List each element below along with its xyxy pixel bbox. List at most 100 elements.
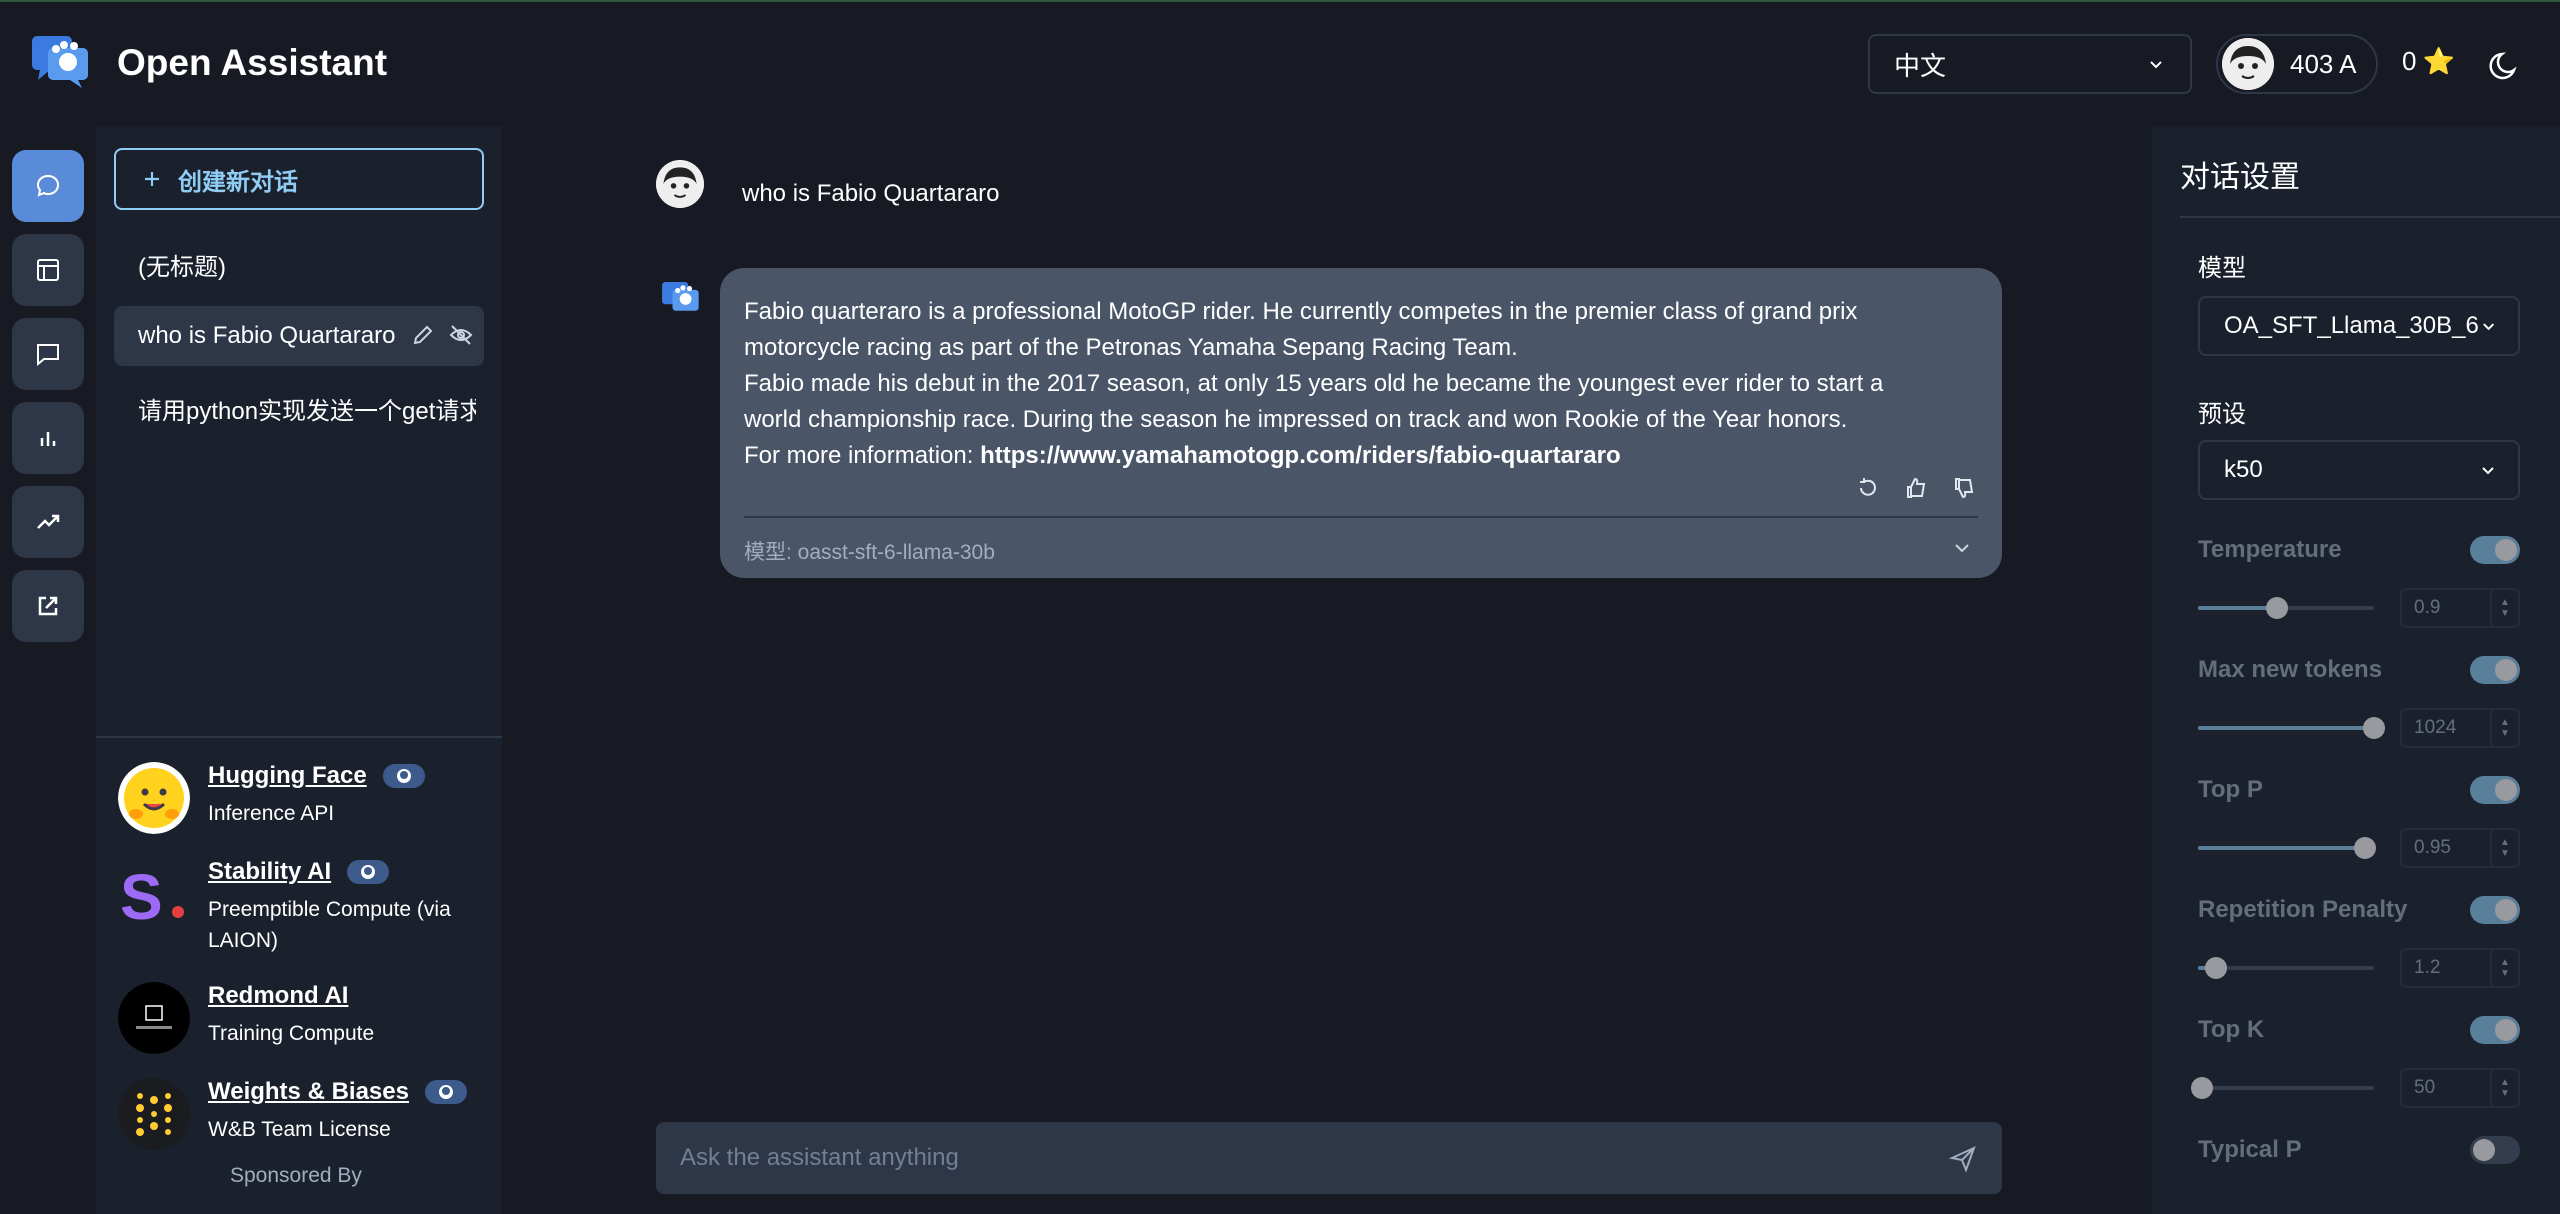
model-select-value: OA_SFT_Llama_30B_6 bbox=[2224, 312, 2479, 339]
settings-title: 对话设置 bbox=[2180, 161, 2300, 194]
pencil-icon[interactable] bbox=[410, 322, 436, 348]
param-slider[interactable] bbox=[2198, 837, 2377, 859]
param-number-input[interactable]: 1.2 ▲ ▼ bbox=[2400, 948, 2520, 988]
rail-messages-button[interactable] bbox=[12, 318, 84, 390]
github-icon[interactable] bbox=[347, 860, 390, 884]
new-chat-button[interactable]: 创建新对话 bbox=[114, 148, 484, 210]
user-name: 403 A bbox=[2290, 48, 2357, 79]
slider-thumb[interactable] bbox=[2266, 597, 2289, 619]
send-icon[interactable] bbox=[1948, 1144, 1978, 1174]
weights-biases-logo bbox=[118, 1078, 190, 1150]
chat-list-item-selected[interactable]: who is Fabio Quartararo bbox=[114, 306, 484, 366]
param-number-input[interactable]: 0.95 ▲ ▼ bbox=[2400, 828, 2520, 868]
icon-rail bbox=[0, 126, 96, 1214]
param-slider[interactable] bbox=[2198, 597, 2374, 619]
param-toggle[interactable] bbox=[2470, 776, 2520, 804]
rail-external-link-button[interactable] bbox=[12, 570, 84, 642]
new-chat-label: 创建新对话 bbox=[178, 168, 298, 196]
eye-off-icon[interactable] bbox=[448, 322, 474, 348]
user-message: who is Fabio Quartararo bbox=[742, 180, 1000, 207]
chat-title: 请用python实现发送一个get请求 bbox=[138, 397, 476, 425]
message-divider bbox=[744, 516, 1978, 518]
user-menu-button[interactable]: 403 A bbox=[2216, 34, 2378, 94]
score-value: 0 bbox=[2402, 46, 2417, 76]
trending-up-icon bbox=[37, 514, 60, 529]
retry-icon[interactable] bbox=[1856, 476, 1880, 500]
param-number-input[interactable]: 50 ▲ ▼ bbox=[2400, 1068, 2520, 1108]
sponsor-description: Preemptible Compute (via LAION) bbox=[208, 898, 451, 952]
language-value: 中文 bbox=[1894, 50, 1947, 81]
stepper-icon[interactable]: ▲ ▼ bbox=[2490, 1070, 2518, 1106]
app-title[interactable]: Open Assistant bbox=[117, 42, 387, 84]
message-square-icon bbox=[37, 344, 59, 367]
assistant-text-line: motorcycle racing as part of the Petrona… bbox=[744, 334, 1518, 361]
param-number-input[interactable]: 1024 ▲ ▼ bbox=[2400, 708, 2520, 748]
message-input[interactable] bbox=[680, 1122, 1880, 1194]
param-toggle[interactable] bbox=[2470, 1136, 2520, 1164]
slider-thumb[interactable] bbox=[2363, 717, 2385, 739]
assistant-text-line: world championship race. During the seas… bbox=[744, 406, 1848, 433]
rail-dashboard-button[interactable] bbox=[12, 234, 84, 306]
header: Open Assistant 中文 403 A 0 ⭐ bbox=[0, 2, 2560, 126]
preset-select[interactable]: k50 bbox=[2198, 440, 2520, 500]
thumbs-down-icon[interactable] bbox=[1952, 476, 1976, 500]
param-slider[interactable] bbox=[2190, 1077, 2374, 1099]
assistant-text-line: Fabio quarteraro is a professional MotoG… bbox=[744, 298, 1858, 325]
redmond-ai-logo bbox=[118, 982, 190, 1054]
param-repetition-penalty: Repetition Penalty 1.2 ▲ ▼ bbox=[2198, 896, 2520, 996]
param-toggle[interactable] bbox=[2470, 896, 2520, 924]
sponsor-link[interactable]: Weights & Biases bbox=[208, 1078, 488, 1106]
sponsor-link[interactable]: Redmond AI bbox=[208, 982, 488, 1010]
slider-thumb[interactable] bbox=[2354, 837, 2377, 859]
moon-icon[interactable] bbox=[2488, 48, 2522, 82]
github-icon[interactable] bbox=[382, 764, 425, 788]
param-temperature: Temperature 0.9 ▲ ▼ bbox=[2198, 536, 2520, 636]
param-toggle[interactable] bbox=[2470, 536, 2520, 564]
rail-stats-button[interactable] bbox=[12, 402, 84, 474]
stepper-icon[interactable]: ▲ ▼ bbox=[2490, 950, 2518, 986]
param-slider[interactable] bbox=[2198, 957, 2374, 979]
app-logo-icon[interactable] bbox=[32, 36, 90, 88]
bar-chart-icon bbox=[40, 432, 56, 446]
model-label: 模型 bbox=[2198, 255, 2246, 282]
param-toggle[interactable] bbox=[2470, 1016, 2520, 1044]
param-toggle[interactable] bbox=[2470, 656, 2520, 684]
slider-thumb[interactable] bbox=[2190, 1077, 2213, 1099]
user-score[interactable]: 0 ⭐ bbox=[2402, 46, 2455, 77]
chevron-down-icon bbox=[2150, 61, 2162, 69]
layout-icon bbox=[37, 259, 59, 281]
more-info-link[interactable]: https://www.yamahamotogp.com/riders/fabi… bbox=[980, 442, 1621, 469]
sponsor-link[interactable]: Hugging Face bbox=[208, 762, 488, 790]
chat-list-item[interactable]: (无标题) bbox=[114, 234, 484, 294]
conversation-panel: who is Fabio Quartararo Fabio quarteraro… bbox=[502, 126, 2152, 1214]
param-number-input[interactable]: 0.9 ▲ ▼ bbox=[2400, 588, 2520, 628]
message-composer bbox=[656, 1122, 2002, 1194]
avatar bbox=[656, 160, 704, 208]
sponsor-item: Weights & Biases W&B Team License bbox=[118, 1078, 488, 1150]
message-actions bbox=[1856, 476, 1976, 500]
hugging-face-logo bbox=[118, 762, 190, 834]
thumbs-up-icon[interactable] bbox=[1904, 476, 1928, 500]
message-model-label: 模型: oasst-sft-6-llama-30b bbox=[744, 541, 995, 564]
param-max-new-tokens: Max new tokens 1024 ▲ ▼ bbox=[2198, 656, 2520, 756]
param-slider[interactable] bbox=[2198, 717, 2385, 739]
stepper-icon[interactable]: ▲ ▼ bbox=[2490, 830, 2518, 866]
chevron-down-icon[interactable] bbox=[1950, 536, 1974, 560]
sponsor-item: S Stability AI Preemptible Compute (via … bbox=[118, 858, 488, 956]
rail-leaderboard-button[interactable] bbox=[12, 486, 84, 558]
stepper-icon[interactable]: ▲ ▼ bbox=[2490, 590, 2518, 626]
stepper-icon[interactable]: ▲ ▼ bbox=[2490, 710, 2518, 746]
plus-icon bbox=[145, 172, 159, 186]
avatar bbox=[2222, 38, 2274, 90]
chevron-down-icon bbox=[2482, 467, 2494, 475]
slider-thumb[interactable] bbox=[2204, 957, 2227, 979]
language-select[interactable]: 中文 bbox=[1868, 34, 2192, 94]
sidebar-divider bbox=[96, 736, 502, 738]
settings-divider bbox=[2180, 216, 2560, 218]
rail-chat-button[interactable] bbox=[12, 150, 84, 222]
github-icon[interactable] bbox=[424, 1080, 467, 1104]
sponsor-link[interactable]: Stability AI bbox=[208, 858, 488, 886]
chat-title: (无标题) bbox=[138, 253, 226, 281]
model-select[interactable]: OA_SFT_Llama_30B_6 bbox=[2198, 296, 2520, 356]
chat-list-item[interactable]: 请用python实现发送一个get请求 bbox=[114, 378, 476, 438]
